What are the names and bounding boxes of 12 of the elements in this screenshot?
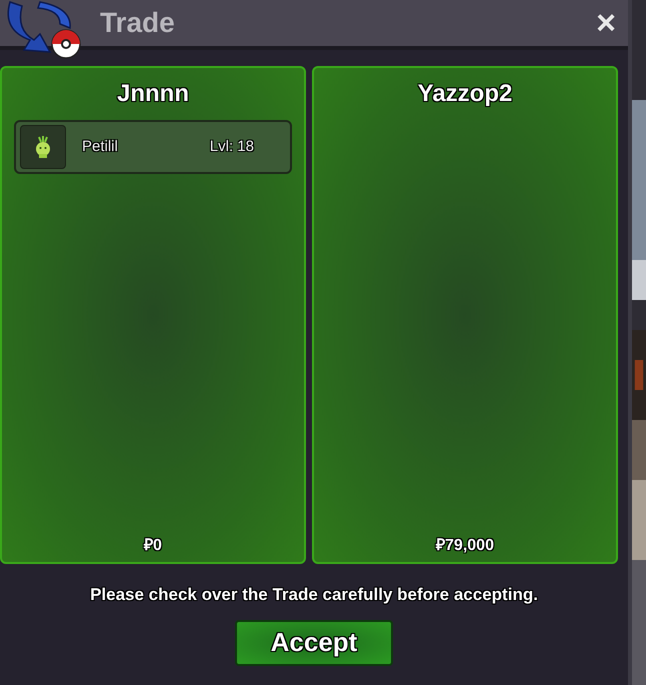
player-name: Yazzop2: [418, 79, 512, 109]
pokemon-slot[interactable]: Petilil Lvl: 18: [14, 120, 292, 174]
pokemon-name: Petilil: [82, 136, 118, 157]
money-amount: ₽79,000: [436, 536, 494, 556]
pokemon-level: Lvl: 18: [210, 136, 254, 157]
notice-text: Please check over the Trade carefully before accepting.: [89, 584, 539, 606]
accept-button[interactable]: Accept: [235, 620, 393, 666]
player-name: Jnnnn: [117, 79, 189, 109]
window-title: Trade: [100, 6, 175, 40]
money-amount: ₽0: [144, 536, 162, 556]
creature-icon: [34, 135, 52, 159]
close-button[interactable]: ×: [596, 6, 616, 40]
